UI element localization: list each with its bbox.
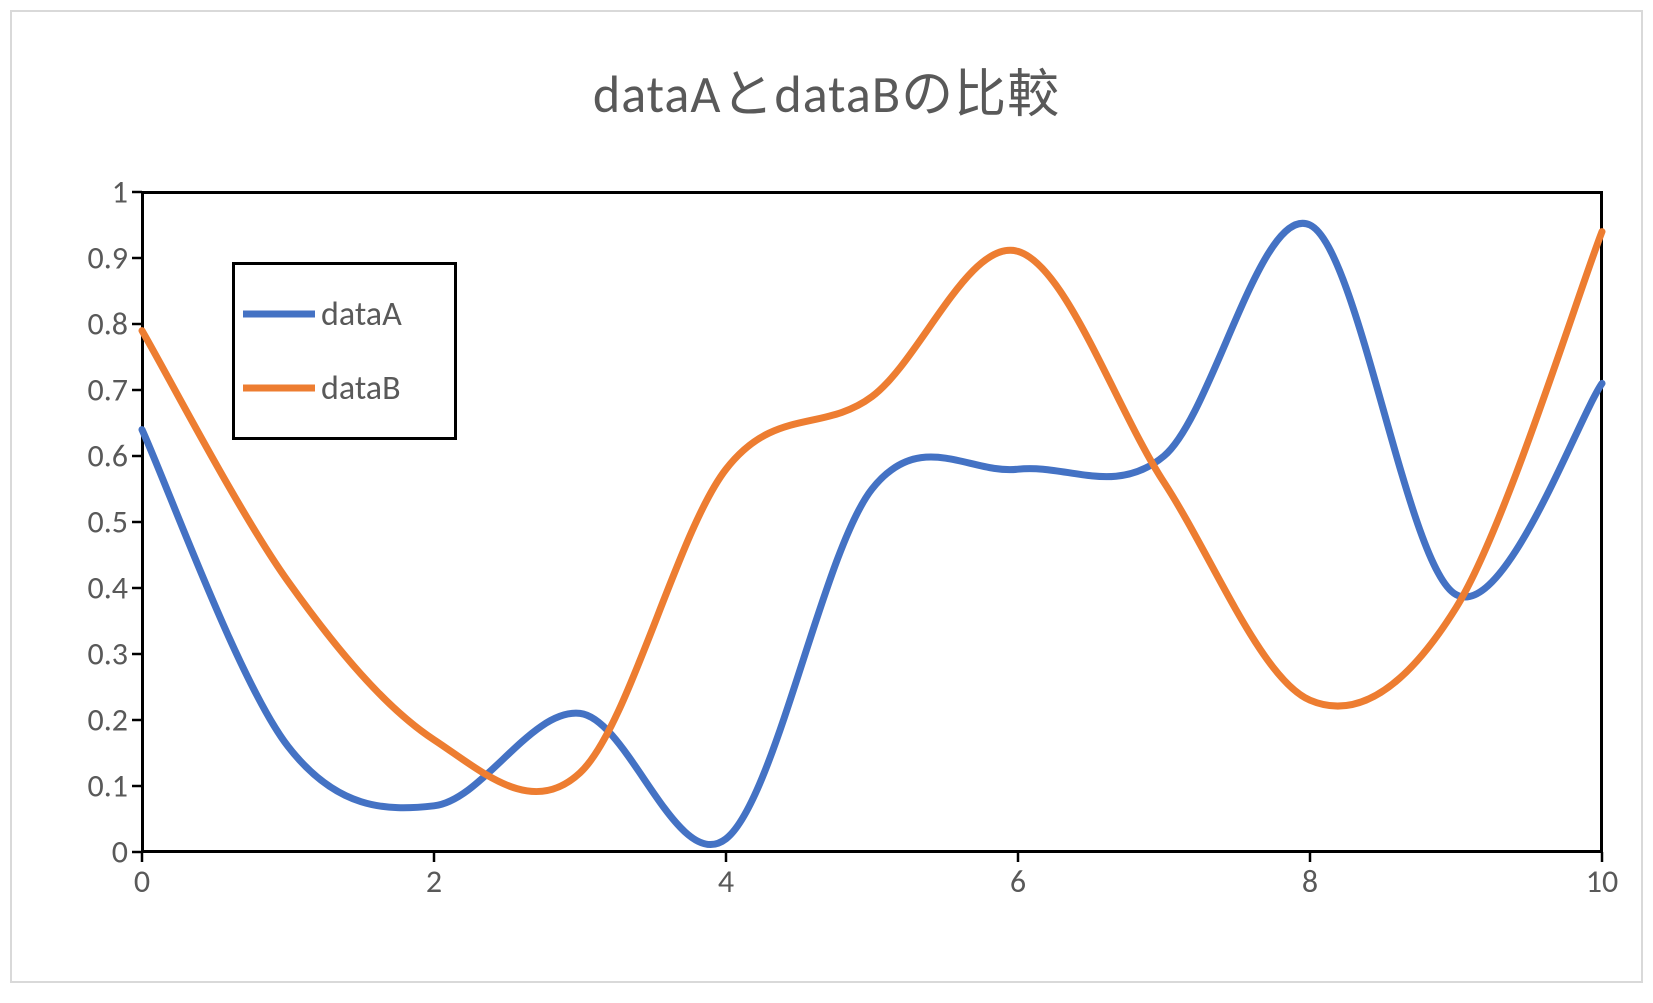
chart-container: dataAとdataBの比較 dataA dataB 00.10.20.30. <box>10 10 1643 983</box>
x-tick-label: 0 <box>134 862 150 901</box>
y-tick-label: 0.9 <box>68 239 128 278</box>
legend-swatch-dataB <box>243 383 315 393</box>
legend-item-dataB: dataB <box>243 368 446 409</box>
x-tick-label: 10 <box>1586 862 1618 901</box>
legend-label-dataB: dataB <box>321 368 401 409</box>
y-tick-label: 0.6 <box>68 437 128 476</box>
y-tick-label: 0.8 <box>68 305 128 344</box>
legend-label-dataA: dataA <box>321 294 402 335</box>
y-tick-label: 0.5 <box>68 503 128 542</box>
x-tick-label: 2 <box>426 862 442 901</box>
x-tick-label: 8 <box>1302 862 1318 901</box>
legend-swatch-dataA <box>243 309 315 319</box>
y-tick-label: 0.7 <box>68 371 128 410</box>
y-tick-label: 0.4 <box>68 569 128 608</box>
y-tick-label: 0 <box>68 833 128 872</box>
plot-area: dataA dataB 00.10.20.30.40.50.60.70.80.9… <box>142 192 1602 852</box>
x-tick-label: 6 <box>1010 862 1026 901</box>
y-tick-label: 1 <box>68 173 128 212</box>
legend: dataA dataB <box>232 262 457 440</box>
chart-title: dataAとdataBの比較 <box>12 52 1641 127</box>
legend-item-dataA: dataA <box>243 294 446 335</box>
x-tick-label: 4 <box>718 862 734 901</box>
y-tick-label: 0.2 <box>68 701 128 740</box>
y-tick-label: 0.3 <box>68 635 128 674</box>
y-tick-label: 0.1 <box>68 767 128 806</box>
